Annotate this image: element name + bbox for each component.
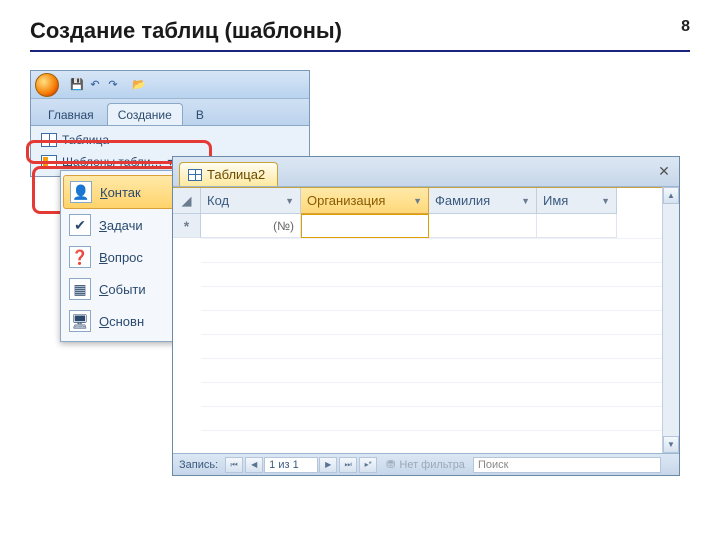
assets-icon: 🖥 xyxy=(69,310,91,332)
dropdown-item-issues[interactable]: ❓ Вопрос xyxy=(63,241,185,273)
slide-divider xyxy=(30,50,690,52)
chevron-down-icon[interactable]: ▼ xyxy=(413,196,422,206)
scroll-up-button[interactable]: ▲ xyxy=(663,187,679,204)
office-button[interactable] xyxy=(35,73,59,97)
ribbon-btn-table-label: Таблица xyxy=(62,133,109,147)
tab-other[interactable]: В xyxy=(185,103,215,125)
datasheet-tabbar: Таблица2 ✕ xyxy=(173,157,679,187)
contacts-icon: 👤 xyxy=(70,181,92,203)
column-header-lastname[interactable]: Фамилия▼ xyxy=(429,188,537,214)
cell-firstname[interactable] xyxy=(537,214,617,238)
redo-icon[interactable]: ↷ xyxy=(105,77,121,93)
filter-indicator[interactable]: ⛃ Нет фильтра xyxy=(378,458,473,471)
datasheet-window: Таблица2 ✕ ◢ Код▼ Организация▼ Фамилия▼ … xyxy=(172,156,680,476)
dropdown-item-label: Событи xyxy=(99,282,146,297)
column-header-firstname[interactable]: Имя▼ xyxy=(537,188,617,214)
column-header-id[interactable]: Код▼ xyxy=(201,188,301,214)
nav-next-button[interactable]: ▶ xyxy=(319,457,337,473)
tab-create[interactable]: Создание xyxy=(107,103,183,125)
nav-last-button[interactable]: ⏭ xyxy=(339,457,357,473)
open-icon[interactable]: 📂 xyxy=(131,77,147,93)
slide-number: 8 xyxy=(681,18,690,36)
cell-lastname[interactable] xyxy=(429,214,537,238)
close-button[interactable]: ✕ xyxy=(657,164,671,178)
cell-id[interactable]: (№) xyxy=(201,214,301,238)
dropdown-item-tasks[interactable]: ✔ Задачи xyxy=(63,209,185,241)
nav-prev-button[interactable]: ◀ xyxy=(245,457,263,473)
chevron-down-icon[interactable]: ▼ xyxy=(521,196,530,206)
dropdown-item-label: Задачи xyxy=(99,218,143,233)
slide-title: Создание таблиц (шаблоны) xyxy=(30,18,342,44)
templates-icon xyxy=(41,155,57,169)
record-navigator: Запись: ⏮ ◀ 1 из 1 ▶ ⏭ ▸* ⛃ Нет фильтра … xyxy=(173,453,679,475)
dropdown-item-label: ККонтаконтак xyxy=(100,185,141,200)
nav-new-button[interactable]: ▸* xyxy=(359,457,377,473)
record-label: Запись: xyxy=(173,459,224,471)
tab-home[interactable]: Главная xyxy=(37,103,105,125)
quick-access-toolbar: 💾 ↶ ↷ 📂 xyxy=(31,71,309,99)
datasheet-grid[interactable]: ◢ Код▼ Организация▼ Фамилия▼ Имя▼ * (№) xyxy=(173,187,679,475)
filter-icon: ⛃ xyxy=(386,458,395,471)
datasheet-tab[interactable]: Таблица2 xyxy=(179,162,278,186)
grid-background xyxy=(201,238,679,475)
dropdown-item-events[interactable]: ▦ Событи xyxy=(63,273,185,305)
ribbon-tabs: Главная Создание В xyxy=(31,99,309,125)
cell-org-active[interactable] xyxy=(301,214,429,238)
dropdown-item-assets[interactable]: 🖥 Основн xyxy=(63,305,185,337)
scroll-down-button[interactable]: ▼ xyxy=(663,436,679,453)
dropdown-item-label: Вопрос xyxy=(99,250,143,265)
issues-icon: ❓ xyxy=(69,246,91,268)
column-header-org[interactable]: Организация▼ xyxy=(301,188,429,214)
undo-icon[interactable]: ↶ xyxy=(87,77,103,93)
chevron-down-icon[interactable]: ▼ xyxy=(601,196,610,206)
save-icon[interactable]: 💾 xyxy=(69,77,85,93)
templates-dropdown: 👤 ККонтаконтак ✔ Задачи ❓ Вопрос ▦ Событ… xyxy=(60,170,188,342)
new-row-marker[interactable]: * xyxy=(173,214,201,238)
tasks-icon: ✔ xyxy=(69,214,91,236)
datasheet-tab-label: Таблица2 xyxy=(207,167,265,182)
select-all-cell[interactable]: ◢ xyxy=(173,188,201,214)
nav-first-button[interactable]: ⏮ xyxy=(225,457,243,473)
ribbon-btn-table[interactable]: Таблица xyxy=(35,129,305,151)
ribbon-btn-templates-label: Шаблоны табли… xyxy=(62,155,162,169)
record-position[interactable]: 1 из 1 xyxy=(264,457,318,473)
vertical-scrollbar[interactable]: ▲ ▼ xyxy=(662,187,679,453)
dropdown-item-label: Основн xyxy=(99,314,144,329)
search-box[interactable]: Поиск xyxy=(473,457,661,473)
chevron-down-icon[interactable]: ▼ xyxy=(285,196,294,206)
dropdown-item-contacts[interactable]: 👤 ККонтаконтак xyxy=(63,175,185,209)
table-icon xyxy=(41,133,57,147)
table-icon xyxy=(188,169,202,181)
events-icon: ▦ xyxy=(69,278,91,300)
